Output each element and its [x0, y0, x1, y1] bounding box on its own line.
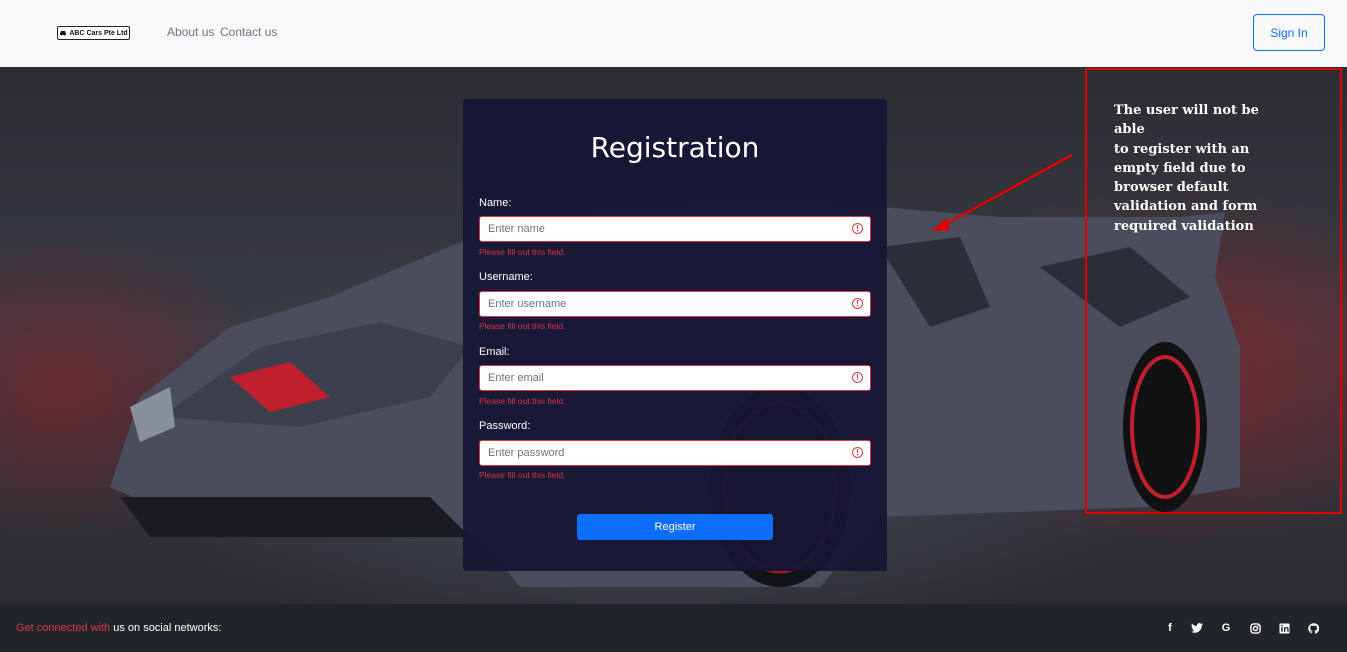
twitter-icon[interactable]	[1190, 621, 1204, 635]
annotation-line: The user will not be able	[1114, 103, 1259, 138]
footer-text: Get connected with us on social networks…	[16, 622, 221, 634]
footer: Get connected with us on social networks…	[0, 604, 1347, 652]
annotation-line: required validation	[1114, 218, 1254, 234]
annotation-line: empty field due to	[1114, 160, 1246, 176]
linkedin-icon[interactable]	[1277, 621, 1291, 635]
annotation-line: browser default	[1114, 180, 1229, 196]
instagram-icon[interactable]	[1248, 621, 1262, 635]
google-icon[interactable]: G	[1219, 621, 1233, 635]
footer-body-text: us on social networks:	[110, 622, 222, 634]
annotation-text: The user will not be able to register wi…	[1114, 101, 1289, 236]
footer-accent-text: Get connected with	[16, 622, 111, 634]
annotation-line: validation and form	[1114, 199, 1258, 215]
github-icon[interactable]	[1306, 621, 1320, 635]
annotation-line: to register with an	[1114, 141, 1250, 157]
facebook-icon[interactable]: f	[1163, 621, 1177, 635]
